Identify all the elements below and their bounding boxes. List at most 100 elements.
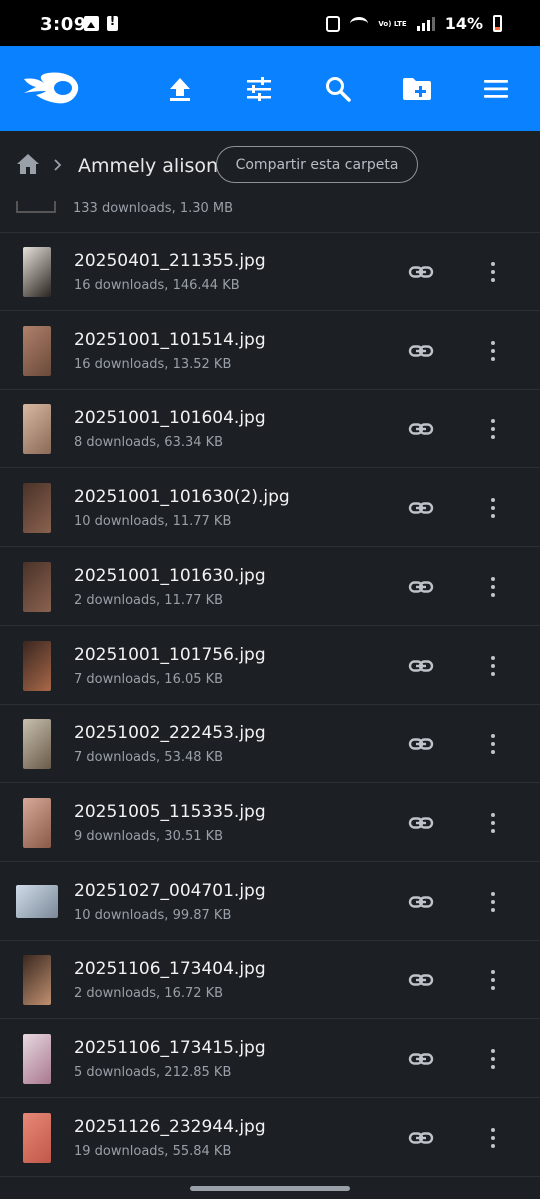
app-bar bbox=[0, 46, 540, 131]
list-item[interactable]: 20250401_211355.jpg 16 downloads, 146.44 … bbox=[0, 233, 540, 311]
copy-link-button[interactable] bbox=[408, 731, 434, 757]
file-list: 133 downloads, 1.30 MB 20250401_211355.j… bbox=[0, 201, 540, 1181]
more-options-button[interactable] bbox=[480, 729, 506, 759]
copy-link-button[interactable] bbox=[408, 259, 434, 285]
copy-link-button[interactable] bbox=[408, 1046, 434, 1072]
file-meta: 8 downloads, 63.34 KB bbox=[74, 435, 224, 451]
list-item[interactable]: 20251001_101604.jpg 8 downloads, 63.34 KB bbox=[0, 390, 540, 469]
filter-button[interactable] bbox=[242, 72, 276, 106]
more-options-button[interactable] bbox=[480, 651, 506, 681]
more-options-button[interactable] bbox=[480, 965, 506, 995]
menu-button[interactable] bbox=[479, 72, 513, 106]
list-item[interactable]: 20251106_173404.jpg 2 downloads, 16.72 KB bbox=[0, 941, 540, 1020]
copy-link-button[interactable] bbox=[408, 653, 434, 679]
folder-name: Ammely alison bbox=[78, 155, 219, 177]
file-thumbnail bbox=[23, 247, 51, 297]
list-item[interactable]: 20251001_101756.jpg 7 downloads, 16.05 KB bbox=[0, 627, 540, 705]
file-name: 20251001_101604.jpg bbox=[74, 408, 266, 429]
list-item[interactable]: 20251002_222453.jpg 7 downloads, 53.48 KB bbox=[0, 705, 540, 784]
file-thumbnail bbox=[23, 325, 51, 376]
status-bar: 3:09 Vo) LTE 14% bbox=[0, 0, 540, 46]
file-thumbnail bbox=[16, 201, 56, 213]
file-name: 20251005_115335.jpg bbox=[74, 801, 266, 822]
file-thumbnail bbox=[23, 404, 51, 455]
file-name: 20251001_101756.jpg bbox=[74, 644, 266, 665]
copy-link-button[interactable] bbox=[408, 416, 434, 442]
search-button[interactable] bbox=[321, 72, 355, 106]
gesture-nav-bar[interactable] bbox=[190, 1186, 350, 1191]
mediafire-logo-icon[interactable] bbox=[22, 69, 80, 107]
file-name: 20251106_173415.jpg bbox=[74, 1038, 266, 1058]
list-item[interactable]: 20251126_232944.jpg 19 downloads, 55.84 K… bbox=[0, 1099, 540, 1177]
wifi-icon bbox=[350, 16, 369, 31]
file-thumbnail bbox=[23, 955, 51, 1006]
file-name: 20251001_101630.jpg bbox=[74, 565, 266, 586]
copy-link-button[interactable] bbox=[408, 495, 434, 521]
alert-notification-icon bbox=[107, 14, 118, 31]
more-options-button[interactable] bbox=[480, 493, 506, 523]
file-meta: 7 downloads, 16.05 KB bbox=[74, 671, 224, 687]
file-meta: 5 downloads, 212.85 KB bbox=[74, 1065, 232, 1080]
link-icon bbox=[408, 1053, 434, 1065]
status-system-icons: Vo) LTE 14% bbox=[326, 14, 502, 33]
share-folder-button[interactable]: Compartir esta carpeta bbox=[216, 146, 418, 183]
file-name: 20251027_004701.jpg bbox=[74, 880, 266, 901]
copy-link-button[interactable] bbox=[408, 810, 434, 836]
file-meta: 2 downloads, 16.72 KB bbox=[74, 986, 224, 1002]
more-options-button[interactable] bbox=[480, 257, 506, 287]
list-item[interactable]: 20251001_101514.jpg 16 downloads, 13.52 K… bbox=[0, 312, 540, 390]
link-icon bbox=[408, 974, 434, 986]
file-meta: 10 downloads, 11.77 KB bbox=[74, 514, 232, 530]
file-name: 20251002_222453.jpg bbox=[74, 723, 266, 744]
more-options-button[interactable] bbox=[480, 887, 506, 917]
link-icon bbox=[408, 659, 434, 672]
file-thumbnail bbox=[23, 483, 51, 534]
home-icon[interactable] bbox=[16, 153, 40, 175]
copy-link-button[interactable] bbox=[408, 889, 434, 915]
copy-link-button[interactable] bbox=[408, 967, 434, 993]
file-meta: 9 downloads, 30.51 KB bbox=[74, 828, 224, 844]
copy-link-button[interactable] bbox=[408, 574, 434, 600]
more-options-button[interactable] bbox=[480, 1123, 506, 1153]
more-options-button[interactable] bbox=[480, 336, 506, 366]
file-thumbnail bbox=[23, 1112, 51, 1163]
data-saver-icon bbox=[326, 15, 341, 32]
list-item-partial[interactable]: 133 downloads, 1.30 MB bbox=[0, 201, 540, 233]
file-name: 20251126_232944.jpg bbox=[74, 1116, 266, 1137]
file-thumbnail bbox=[23, 719, 51, 770]
menu-icon bbox=[484, 80, 508, 98]
link-icon bbox=[408, 1131, 434, 1144]
list-item[interactable]: 20251027_004701.jpg 10 downloads, 99.87 K… bbox=[0, 863, 540, 941]
file-thumbnail bbox=[23, 797, 51, 848]
more-options-button[interactable] bbox=[480, 572, 506, 602]
signal-icon bbox=[416, 16, 435, 31]
new-folder-button[interactable] bbox=[400, 72, 434, 106]
link-icon bbox=[408, 895, 434, 908]
search-icon bbox=[326, 77, 351, 102]
upload-button[interactable] bbox=[163, 72, 197, 106]
file-name: 20251001_101630(2).jpg bbox=[74, 487, 290, 508]
list-item[interactable]: 20251001_101630.jpg 2 downloads, 11.77 KB bbox=[0, 548, 540, 626]
link-icon bbox=[408, 581, 434, 593]
link-icon bbox=[408, 502, 434, 514]
list-item[interactable]: 20251001_101630(2).jpg 10 downloads, 11.7… bbox=[0, 469, 540, 548]
more-options-button[interactable] bbox=[480, 1044, 506, 1074]
file-thumbnail bbox=[23, 561, 51, 612]
file-thumbnail bbox=[23, 1034, 51, 1084]
file-thumbnail bbox=[23, 640, 51, 691]
link-icon bbox=[408, 738, 434, 750]
copy-link-button[interactable] bbox=[408, 1125, 434, 1151]
more-options-button[interactable] bbox=[480, 808, 506, 838]
file-meta: 133 downloads, 1.30 MB bbox=[73, 201, 234, 216]
list-item[interactable]: 20251005_115335.jpg 9 downloads, 30.51 KB bbox=[0, 784, 540, 862]
file-meta: 7 downloads, 53.48 KB bbox=[74, 750, 224, 766]
battery-percent: 14% bbox=[444, 14, 483, 33]
link-icon bbox=[408, 817, 434, 829]
volte-icon: Vo) LTE bbox=[378, 19, 407, 28]
list-item[interactable]: 20251106_173415.jpg 5 downloads, 212.85 K… bbox=[0, 1020, 540, 1098]
copy-link-button[interactable] bbox=[408, 338, 434, 364]
file-name: 20250401_211355.jpg bbox=[74, 251, 266, 271]
more-options-button[interactable] bbox=[480, 414, 506, 444]
file-name: 20251106_173404.jpg bbox=[74, 959, 266, 980]
gallery-notification-icon bbox=[84, 16, 99, 31]
